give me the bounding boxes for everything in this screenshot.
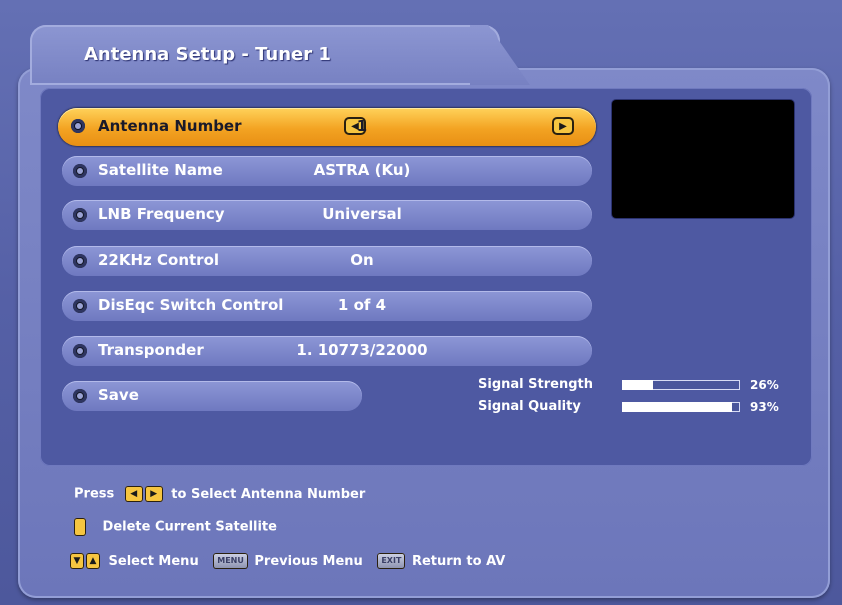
save-button[interactable]: Save (62, 381, 362, 411)
menu-row-value: On (350, 251, 374, 269)
signal-strength-percent: 26% (750, 378, 779, 392)
menu-row-transponder[interactable]: Transponder 1. 10773/22000 (62, 336, 592, 366)
help-line-navigation: ▼ ▲ Select Menu MENU Previous Menu EXIT R… (70, 553, 505, 569)
menu-row-diseqc-switch-control[interactable]: DisEqc Switch Control 1 of 4 (62, 291, 592, 321)
help-delete-satellite: Delete Current Satellite (102, 519, 277, 535)
bullet-icon (73, 208, 87, 222)
help-return-av: Return to AV (411, 553, 506, 569)
bullet-icon (73, 389, 87, 403)
signal-quality-percent: 93% (750, 400, 779, 414)
menu-row-label: 22KHz Control (98, 251, 220, 269)
menu-row-value: 1. 10773/22000 (296, 341, 428, 359)
page-title: Antenna Setup - Tuner 1 (84, 44, 331, 65)
signal-quality-label: Signal Quality (478, 399, 581, 414)
menu-row-22khz-control[interactable]: 22KHz Control On (62, 246, 592, 276)
help-line-select-antenna: Press ◀ ▶ to Select Antenna Number (74, 486, 365, 502)
up-key-icon: ▲ (86, 553, 100, 569)
bullet-icon (73, 299, 87, 313)
menu-row-label: LNB Frequency (98, 205, 225, 223)
help-line-delete: Delete Current Satellite (74, 518, 277, 536)
menu-row-lnb-frequency[interactable]: LNB Frequency Universal (62, 200, 592, 230)
video-preview (612, 100, 794, 218)
menu-row-label: Satellite Name (98, 161, 223, 179)
exit-key-icon: EXIT (377, 553, 406, 569)
left-key-icon: ◀ (124, 486, 143, 502)
menu-row-value: 1 (356, 117, 368, 135)
menu-row-antenna-number[interactable]: Antenna Number ◀ 1 ▶ (58, 108, 596, 146)
yellow-key-icon (74, 518, 86, 536)
signal-strength-bar (622, 380, 740, 390)
signal-strength-fill (622, 380, 653, 390)
help-press: Press (74, 486, 115, 502)
help-select-antenna: to Select Antenna Number (171, 486, 366, 502)
signal-strength-label: Signal Strength (478, 377, 593, 392)
down-key-icon: ▼ (70, 553, 84, 569)
menu-row-value: Universal (322, 205, 402, 223)
signal-quality-fill (622, 402, 732, 412)
bullet-icon (71, 119, 85, 133)
menu-row-value: ASTRA (Ku) (313, 161, 411, 179)
bullet-icon (73, 254, 87, 268)
bullet-icon (73, 164, 87, 178)
menu-row-satellite-name[interactable]: Satellite Name ASTRA (Ku) (62, 156, 592, 186)
menu-row-label: DisEqc Switch Control (98, 296, 284, 314)
menu-row-value: 1 of 4 (337, 296, 387, 314)
bullet-icon (73, 344, 87, 358)
signal-quality-bar (622, 402, 740, 412)
help-select-menu: Select Menu (108, 553, 199, 569)
right-arrow-icon[interactable]: ▶ (552, 117, 574, 135)
menu-key-icon: MENU (213, 553, 248, 569)
help-previous-menu: Previous Menu (254, 553, 363, 569)
save-label: Save (98, 386, 139, 404)
right-key-icon: ▶ (144, 486, 163, 502)
menu-row-label: Transponder (98, 341, 204, 359)
menu-row-label: Antenna Number (98, 117, 242, 135)
